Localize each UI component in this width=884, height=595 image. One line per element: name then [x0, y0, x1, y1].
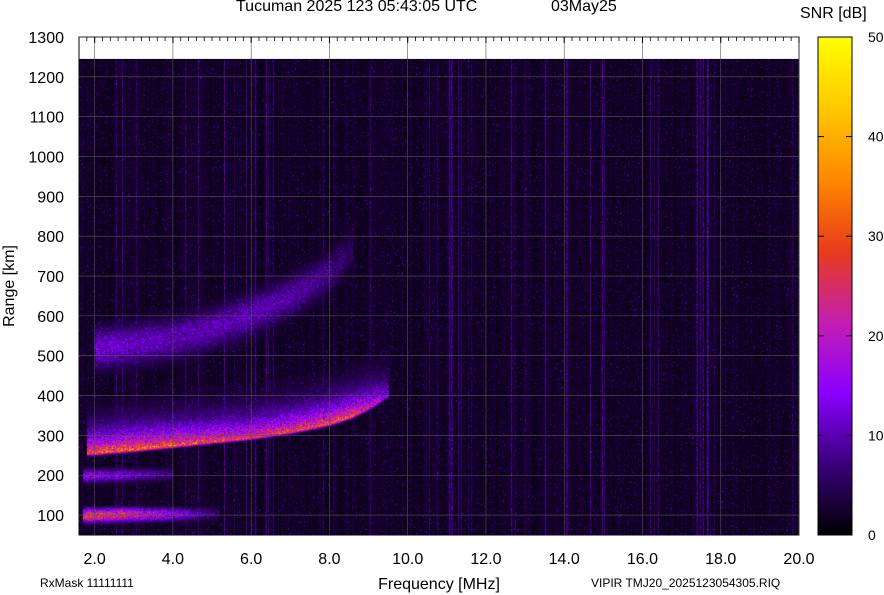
rxmask-label: RxMask 11111111	[40, 576, 134, 590]
y-tick-label: 100	[37, 508, 64, 525]
x-tick-label: 20.0	[783, 551, 814, 568]
y-tick-label: 1300	[28, 30, 64, 47]
x-tick-label: 18.0	[705, 551, 736, 568]
x-axis-label: Frequency [MHz]	[378, 576, 500, 593]
x-tick-label: 10.0	[392, 551, 423, 568]
y-axis: 100 200 300 400 500 600 700 800 900 1000 1100 1200 1…	[28, 30, 64, 525]
colorbar	[817, 36, 853, 536]
x-tick-label: 8.0	[318, 551, 340, 568]
colorbar-tick-label: 20	[868, 328, 884, 344]
y-tick-label: 200	[37, 468, 64, 485]
y-axis-label: Range [km]	[1, 245, 18, 327]
colorbar-tick-label: 0	[868, 527, 876, 543]
colorbar-tick-label: 40	[868, 129, 884, 145]
x-tick-label: 4.0	[162, 551, 184, 568]
y-tick-label: 300	[37, 428, 64, 445]
heatmap-area	[79, 58, 799, 535]
y-tick-label: 1200	[28, 70, 64, 87]
x-tick-label: 2.0	[84, 551, 106, 568]
heatmap-image	[79, 58, 799, 535]
ionogram-chart: 2.0 4.0 6.0 8.0 10.0 12.0 14.0 16.0 18.0 20.0 100…	[1, 29, 884, 593]
y-tick-label: 500	[37, 349, 64, 366]
x-tick-label: 12.0	[470, 551, 501, 568]
y-tick-label: 800	[37, 229, 64, 246]
x-tick-label: 6.0	[240, 551, 262, 568]
y-tick-label: 600	[37, 309, 64, 326]
file-label: VIPIR TMJ20_2025123054305.RIQ	[591, 576, 781, 590]
colorbar-tick-label: 50	[868, 29, 884, 45]
x-tick-label: 16.0	[627, 551, 658, 568]
y-tick-label: 1100	[30, 110, 65, 127]
colorbar-tick-label: 10	[868, 427, 884, 443]
y-tick-label: 1000	[28, 150, 64, 167]
y-tick-label: 400	[37, 389, 64, 406]
colorbar-tick-label: 30	[868, 228, 884, 244]
x-tick-label: 14.0	[549, 551, 580, 568]
y-tick-label: 700	[37, 269, 64, 286]
y-tick-label: 900	[37, 189, 64, 206]
